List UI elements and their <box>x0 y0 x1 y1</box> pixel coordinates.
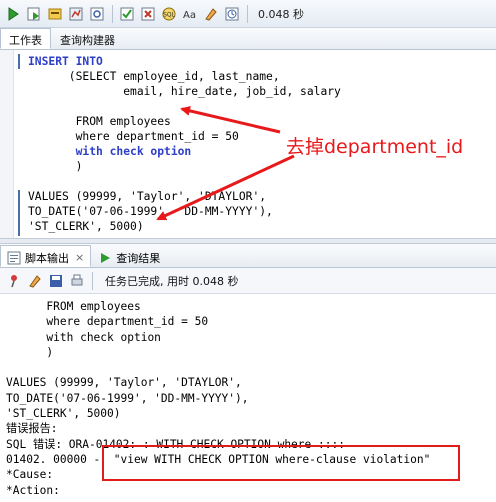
output-line: with check option <box>6 330 161 344</box>
save-icon[interactable] <box>46 271 66 291</box>
error-highlight-box <box>102 445 460 481</box>
rollback-icon[interactable] <box>138 4 158 24</box>
execution-time: 0.048 秒 <box>258 7 304 21</box>
tab-script-output[interactable]: 脚本输出 × <box>0 245 92 267</box>
output-line: 'ST_CLERK', 5000) <box>6 407 121 421</box>
close-icon[interactable]: × <box>75 251 84 264</box>
query-result-icon <box>101 252 111 263</box>
code-line: email, hire_date, job_id, salary <box>28 85 341 98</box>
output-line: 错误报告: <box>6 422 58 436</box>
code-line: TO_DATE('07-06-1999', 'DD-MM-YYYY'), <box>28 205 273 218</box>
toolbar-separator <box>247 4 248 23</box>
tab-query-result[interactable]: 查询结果 <box>91 245 167 267</box>
sql-icon[interactable]: SQL <box>159 4 179 24</box>
tab-label: 查询结果 <box>116 251 161 265</box>
output-line: VALUES (99999, 'Taylor', 'DTAYLOR', <box>6 376 242 390</box>
code-line: ) <box>28 160 83 173</box>
history-icon[interactable] <box>222 4 242 24</box>
pin-icon[interactable] <box>4 271 24 291</box>
tab-query-builder[interactable]: 查询构建器 <box>51 28 124 49</box>
print-icon[interactable] <box>67 271 87 291</box>
clear-output-icon[interactable] <box>25 271 45 291</box>
clear-icon[interactable] <box>201 4 221 24</box>
output-line: FROM employees <box>6 300 141 313</box>
output-line: where department_id = 50 <box>6 315 209 329</box>
tab-worksheet[interactable]: 工作表 <box>0 28 51 49</box>
code-line: FROM employees <box>28 115 171 128</box>
uppercase-icon[interactable]: Aa <box>180 4 200 24</box>
toolbar-separator <box>112 4 113 23</box>
sql-tuning-icon[interactable] <box>87 4 107 24</box>
svg-text:Aa: Aa <box>183 10 196 21</box>
code-line: INSERT INTO <box>28 54 103 69</box>
run-script-icon[interactable] <box>24 4 44 24</box>
svg-text:SQL: SQL <box>163 11 176 18</box>
task-status: 任务已完成, 用时 0.048 秒 <box>105 274 239 288</box>
code-line: (SELECT employee_id, last_name, <box>28 70 280 83</box>
code-line: with check option <box>28 145 192 158</box>
output-toolbar: 任务已完成, 用时 0.048 秒 <box>0 268 496 294</box>
output-line: TO_DATE('07-06-1999', 'DD-MM-YYYY'), <box>6 391 249 405</box>
commit-icon[interactable] <box>117 4 137 24</box>
main-toolbar: SQL Aa 0.048 秒 <box>0 0 496 28</box>
tab-label: 脚本输出 <box>25 251 69 265</box>
code-line: 'ST_CLERK', 5000) <box>28 220 144 233</box>
editor-gutter <box>0 50 14 238</box>
output-line: *Action: <box>6 483 60 497</box>
code-line: where department_id = 50 <box>28 130 239 143</box>
worksheet-tabs: 工作表 查询构建器 <box>0 28 496 50</box>
explain-plan-icon[interactable] <box>45 4 65 24</box>
toolbar-separator <box>92 271 93 290</box>
line-marker <box>18 54 20 69</box>
autotrace-icon[interactable] <box>66 4 86 24</box>
line-marker <box>18 190 20 236</box>
output-tabs: 脚本输出 × 查询结果 <box>0 244 496 268</box>
annotation-text: 去掉department_id <box>286 136 464 158</box>
code-text: INSERT INTO <box>28 55 103 68</box>
run-statement-icon[interactable] <box>3 4 23 24</box>
code-line: VALUES (99999, 'Taylor', 'DTAYLOR', <box>28 190 267 203</box>
output-line: ) <box>6 345 54 359</box>
script-output-icon <box>7 251 21 264</box>
